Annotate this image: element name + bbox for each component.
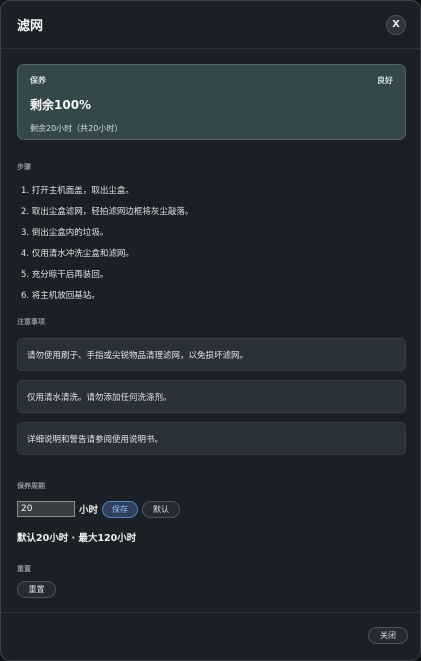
reset-heading: 重置: [17, 565, 31, 573]
dialog-footer: 关闭: [1, 612, 420, 660]
remaining-percent: 剩余100%: [30, 98, 92, 112]
dialog-title: 滤网: [17, 19, 44, 34]
close-icon[interactable]: X: [386, 14, 406, 35]
hours-input[interactable]: [17, 501, 75, 517]
status-header: 保养 良好: [30, 75, 393, 86]
period-heading: 保养周期: [17, 482, 45, 490]
note-item: 详细说明和警告请参阅使用说明书。: [17, 422, 406, 455]
steps-heading: 步骤: [17, 163, 31, 171]
filter-dialog: 滤网 X 保养 良好 剩余100% 剩余20小时（共20小时） 步骤 1. 打开…: [0, 0, 421, 661]
step-item: 4. 仅用清水冲洗尘盒和滤网。: [21, 249, 134, 259]
steps-list: 1. 打开主机面盖，取出尘盒。 2. 取出尘盒滤网，轻拍滤网边框将灰尘敲落。 3…: [17, 181, 406, 307]
dialog-body: 保养 良好 剩余100% 剩余20小时（共20小时） 步骤 1. 打开主机面盖，…: [1, 64, 420, 598]
step-item: 1. 打开主机面盖，取出尘盒。: [21, 186, 134, 196]
save-button[interactable]: 保存: [102, 500, 139, 518]
period-controls: 小时 保存 默认: [17, 500, 406, 518]
note-item: 仅用清水清洗。请勿添加任何洗涤剂。: [17, 380, 406, 413]
step-item: 2. 取出尘盒滤网，轻拍滤网边框将灰尘敲落。: [21, 207, 194, 217]
default-button[interactable]: 默认: [142, 500, 181, 518]
close-button[interactable]: 关闭: [368, 627, 408, 644]
status-label: 保养: [30, 76, 46, 85]
period-range-text: 默认20小时 · 最大120小时: [17, 533, 137, 544]
dialog-header: 滤网 X: [1, 1, 420, 49]
status-condition: 良好: [377, 76, 393, 85]
step-item: 6. 将主机放回基站。: [21, 291, 100, 301]
maintenance-status-card: 保养 良好 剩余100% 剩余20小时（共20小时）: [17, 64, 406, 140]
hours-unit: 小时: [79, 505, 99, 516]
remaining-hours: 剩余20小时（共20小时）: [30, 124, 123, 133]
notes-heading: 注意事项: [17, 318, 45, 326]
note-item: 请勿使用刷子、手指或尖锐物品清理滤网，以免损坏滤网。: [17, 338, 406, 371]
step-item: 3. 倒出尘盒内的垃圾。: [21, 228, 109, 238]
step-item: 5. 充分晾干后再装回。: [21, 270, 109, 280]
reset-button[interactable]: 重置: [17, 581, 56, 598]
